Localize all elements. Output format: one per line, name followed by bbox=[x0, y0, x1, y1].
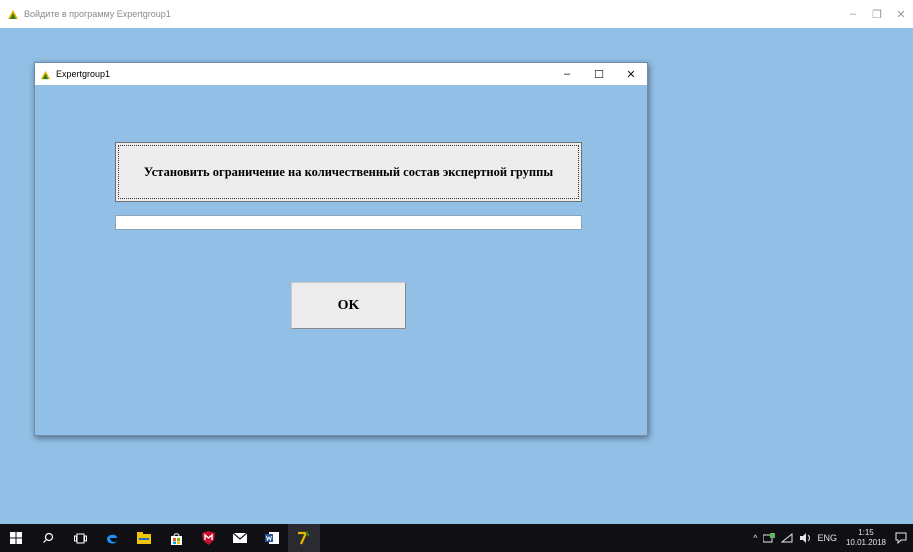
dialog-title: Expertgroup1 bbox=[56, 69, 111, 79]
task-view-icon[interactable] bbox=[64, 524, 96, 552]
outer-window-title: Войдите в программу Expertgroup1 bbox=[24, 9, 171, 19]
dialog-title-bar[interactable]: Expertgroup1 – ☐ ✕ bbox=[35, 63, 647, 85]
system-tray: ^ ENG 1:15 10.01.2018 bbox=[750, 524, 913, 552]
dialog-close-button[interactable]: ✕ bbox=[615, 63, 647, 85]
notifications-icon[interactable] bbox=[895, 532, 907, 544]
clock[interactable]: 1:15 10.01.2018 bbox=[846, 528, 886, 548]
expertgroup-icon[interactable] bbox=[288, 524, 320, 552]
outer-close-button[interactable]: ✕ bbox=[889, 0, 913, 28]
dialog-minimize-button[interactable]: – bbox=[551, 63, 583, 85]
expertgroup-dialog: Expertgroup1 – ☐ ✕ Установить ограничени… bbox=[34, 62, 648, 436]
language-indicator[interactable]: ENG bbox=[817, 533, 837, 543]
mcafee-icon[interactable] bbox=[192, 524, 224, 552]
set-group-limit-button[interactable]: Установить ограничение на количественный… bbox=[115, 142, 582, 202]
taskbar: ^ ENG 1:15 10.01.2018 bbox=[0, 524, 913, 552]
group-limit-input[interactable] bbox=[115, 215, 582, 230]
ok-button[interactable]: OK bbox=[291, 282, 406, 329]
expertgroup-app-icon bbox=[8, 10, 18, 19]
windows-start-icon[interactable] bbox=[0, 524, 32, 552]
word-icon[interactable] bbox=[256, 524, 288, 552]
clock-date: 10.01.2018 bbox=[845, 538, 886, 547]
search-icon[interactable] bbox=[32, 524, 64, 552]
file-explorer-icon[interactable] bbox=[128, 524, 160, 552]
wifi-icon[interactable] bbox=[781, 533, 793, 543]
mail-icon[interactable] bbox=[224, 524, 256, 552]
edge-icon[interactable] bbox=[96, 524, 128, 552]
outer-maximize-button[interactable]: ❐ bbox=[865, 0, 889, 28]
network-icon[interactable] bbox=[763, 533, 776, 543]
volume-icon[interactable] bbox=[799, 533, 811, 543]
store-icon[interactable] bbox=[160, 524, 192, 552]
outer-window-title-bar[interactable]: Войдите в программу Expertgroup1 – ❐ ✕ bbox=[0, 0, 913, 28]
outer-minimize-button[interactable]: – bbox=[841, 0, 865, 28]
clock-time: 1:15 bbox=[858, 528, 874, 537]
dialog-maximize-button[interactable]: ☐ bbox=[583, 63, 615, 85]
expertgroup-app-icon bbox=[40, 70, 51, 79]
tray-chevron-up-icon[interactable]: ^ bbox=[753, 533, 757, 543]
